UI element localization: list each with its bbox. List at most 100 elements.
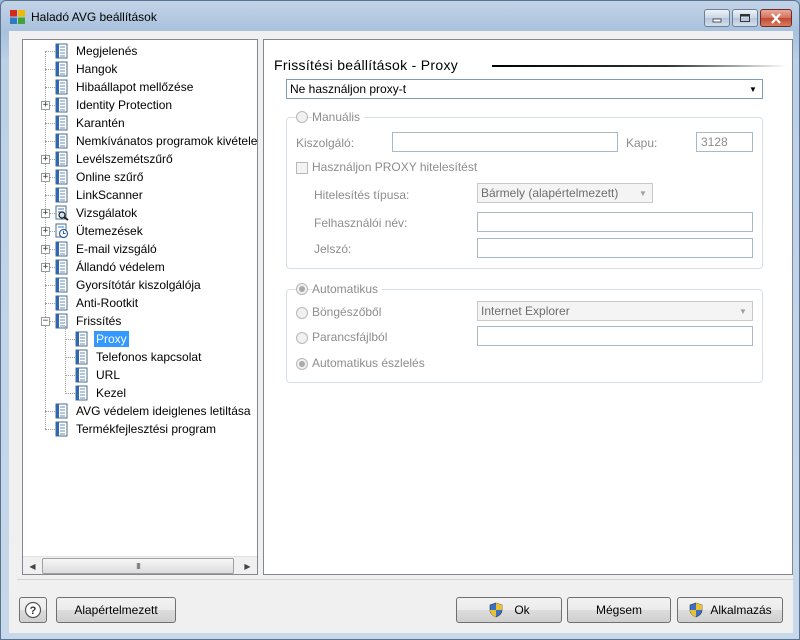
port-input[interactable] xyxy=(696,132,753,152)
apply-button[interactable]: Alkalmazás xyxy=(677,597,783,623)
help-question-icon: ? xyxy=(24,601,42,619)
settings-page-icon xyxy=(55,79,69,95)
chevron-down-icon: ▼ xyxy=(749,84,757,94)
scan-magnifier-icon xyxy=(55,205,69,221)
maximize-button[interactable] xyxy=(732,9,758,27)
server-label: Kiszolgáló: xyxy=(296,136,355,150)
close-window-button[interactable] xyxy=(760,9,792,27)
settings-content-panel: Frissítési beállítások - Proxy Ne haszná… xyxy=(263,39,793,575)
apply-button-label: Alkalmazás xyxy=(710,603,772,617)
footer-divider xyxy=(17,579,793,580)
defaults-button-label: Alapértelmezett xyxy=(74,603,158,617)
browser-radio[interactable] xyxy=(296,307,308,319)
proxy-mode-select[interactable]: Ne használjon proxy-t ▼ xyxy=(286,79,763,99)
settings-tree[interactable]: Megjelenés Hangok Hibaállapot mellőzése Ide… xyxy=(22,39,258,575)
settings-page-icon xyxy=(55,421,69,437)
tree-item[interactable]: Identity Protection xyxy=(55,96,174,114)
script-radio[interactable] xyxy=(296,332,308,344)
tree-item-label: Proxy xyxy=(94,331,129,347)
cancel-button[interactable]: Mégsem xyxy=(567,597,671,623)
settings-page-icon xyxy=(75,385,89,401)
tree-item-label: URL xyxy=(96,368,121,382)
tree-item[interactable]: Hibaállapot mellőzése xyxy=(55,78,195,96)
tree-item-label: Levélszemétszűrő xyxy=(76,152,173,166)
tree-connector-line xyxy=(65,326,66,394)
auth-type-select[interactable]: Bármely (alapértelmezett) ▼ xyxy=(477,183,653,203)
expand-icon[interactable]: + xyxy=(41,263,50,272)
expand-icon[interactable]: + xyxy=(41,245,50,254)
tree-item[interactable]: AVG védelem ideiglenes letiltása xyxy=(55,402,253,420)
tree-item-label: Frissítés xyxy=(76,314,122,328)
tree-item[interactable]: Megjelenés xyxy=(55,42,139,60)
tree-item-label: Gyorsítótár kiszolgálója xyxy=(76,278,201,292)
tree-item[interactable]: Gyorsítótár kiszolgálója xyxy=(55,276,203,294)
tree-item[interactable]: Vizsgálatok xyxy=(55,204,139,222)
scroll-right-arrow-icon[interactable]: ▶ xyxy=(239,558,256,574)
port-label: Kapu: xyxy=(626,136,658,150)
tree-item[interactable]: URL xyxy=(75,366,122,384)
scroll-grip-icon: III xyxy=(136,561,141,571)
expand-icon[interactable]: + xyxy=(41,227,50,236)
auto-detect-radio[interactable] xyxy=(296,358,308,370)
manual-radio-label: Manuális xyxy=(312,110,365,124)
chevron-down-icon: ▼ xyxy=(739,306,747,316)
uac-shield-icon xyxy=(690,602,703,618)
use-proxy-auth-checkbox[interactable] xyxy=(296,162,308,174)
tree-item[interactable]: Levélszemétszűrő xyxy=(55,150,175,168)
username-input[interactable] xyxy=(477,212,753,232)
tree-connector-line xyxy=(45,195,55,196)
settings-page-icon xyxy=(75,349,89,365)
expand-icon[interactable]: + xyxy=(41,173,50,182)
tree-item-label: Anti-Rootkit xyxy=(76,296,139,310)
tree-horizontal-scrollbar[interactable]: ◀ III ▶ xyxy=(23,556,257,574)
tree-item[interactable]: E-mail vizsgáló xyxy=(55,240,159,258)
minimize-button[interactable] xyxy=(704,9,730,27)
tree-item[interactable]: Karantén xyxy=(55,114,127,132)
tree-item[interactable]: Ütemezések xyxy=(55,222,145,240)
help-button[interactable]: ? xyxy=(19,597,47,623)
defaults-button[interactable]: Alapértelmezett xyxy=(56,597,176,623)
tree-item-label: Vizsgálatok xyxy=(76,206,138,220)
tree-item[interactable]: Telefonos kapcsolat xyxy=(75,348,203,366)
script-input[interactable] xyxy=(477,326,753,346)
tree-connector-line xyxy=(45,285,55,286)
proxy-mode-value: Ne használjon proxy-t xyxy=(290,82,407,96)
tree-item-label: Állandó védelem xyxy=(76,260,165,274)
tree-item-label: Telefonos kapcsolat xyxy=(96,350,202,364)
settings-page-icon xyxy=(55,151,69,167)
tree-item[interactable]: Hangok xyxy=(55,60,119,78)
tree-connector-line xyxy=(65,339,75,340)
expand-icon[interactable]: + xyxy=(41,155,50,164)
tree-view[interactable]: Megjelenés Hangok Hibaállapot mellőzése Ide… xyxy=(23,40,257,556)
tree-item[interactable]: Anti-Rootkit xyxy=(55,294,140,312)
tree-item[interactable]: Termékfejlesztési program xyxy=(55,420,218,438)
auth-type-value: Bármely (alapértelmezett) xyxy=(481,186,619,200)
tree-item[interactable]: Állandó védelem xyxy=(55,258,167,276)
settings-page-icon xyxy=(55,133,69,149)
scroll-left-arrow-icon[interactable]: ◀ xyxy=(24,558,41,574)
uac-shield-icon xyxy=(490,602,503,618)
tree-item[interactable]: Nemkívánatos programok kivételei xyxy=(55,132,257,150)
password-input[interactable] xyxy=(477,238,753,258)
manual-radio[interactable] xyxy=(296,111,308,123)
expand-icon[interactable]: + xyxy=(41,101,50,110)
server-input[interactable] xyxy=(392,132,618,152)
automatic-radio[interactable] xyxy=(296,283,308,295)
ok-button[interactable]: Ok xyxy=(456,597,562,623)
scroll-thumb[interactable]: III xyxy=(42,558,234,574)
tree-item[interactable]: Online szűrő xyxy=(55,168,145,186)
chevron-down-icon: ▼ xyxy=(639,188,647,198)
tree-item[interactable]: Proxy xyxy=(75,330,129,348)
title-bar[interactable]: Haladó AVG beállítások xyxy=(1,1,799,31)
tree-item[interactable]: LinkScanner xyxy=(55,186,145,204)
tree-item[interactable]: Kezel xyxy=(75,384,128,402)
browser-select[interactable]: Internet Explorer ▼ xyxy=(477,301,753,321)
expand-icon[interactable]: + xyxy=(41,209,50,218)
tree-connector-line xyxy=(45,141,55,142)
password-label: Jelszó: xyxy=(314,242,352,256)
settings-page-icon xyxy=(75,367,89,383)
automatic-radio-label: Automatikus xyxy=(312,282,383,296)
tree-item-label: Identity Protection xyxy=(76,98,173,112)
collapse-icon[interactable]: − xyxy=(41,317,50,326)
script-radio-label: Parancsfájlból xyxy=(312,330,388,344)
